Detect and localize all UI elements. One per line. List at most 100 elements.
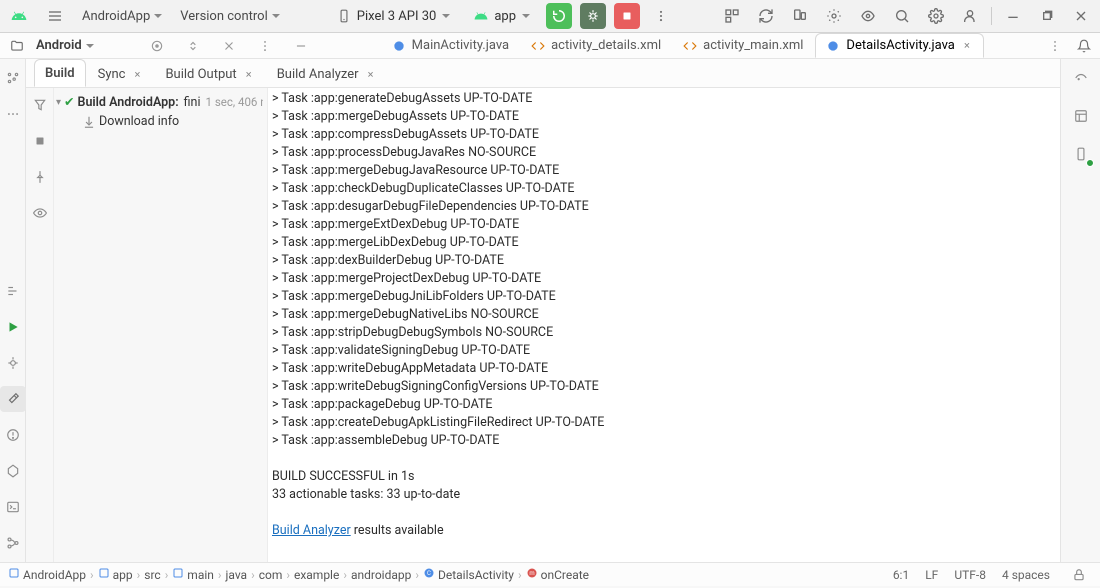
settings-icon[interactable] <box>923 3 949 29</box>
more-tool-icon[interactable] <box>0 101 26 127</box>
run-config-selector[interactable]: app <box>466 6 538 27</box>
filter-icon[interactable] <box>27 92 53 118</box>
restore-icon[interactable] <box>1034 3 1060 29</box>
project-dropdown[interactable]: AndroidApp <box>78 7 166 26</box>
device-file-explorer-icon[interactable] <box>1068 141 1094 167</box>
breadcrumb-segment[interactable]: monCreate <box>526 567 589 582</box>
breadcrumb-segment[interactable]: example <box>294 568 339 582</box>
debug-tool-icon[interactable] <box>0 350 26 376</box>
device-selector[interactable]: Pixel 3 API 30 <box>329 6 459 27</box>
tab-overflow-icon[interactable] <box>1042 33 1068 59</box>
success-check-icon: ✔ <box>64 94 74 110</box>
project-view-label: Android <box>36 38 82 53</box>
device-manager-icon[interactable] <box>787 3 813 29</box>
file-encoding[interactable]: UTF-8 <box>954 568 986 582</box>
output-line: > Task :app:validateSigningDebug UP-TO-D… <box>272 342 1060 360</box>
breadcrumb-segment[interactable]: main <box>172 567 214 582</box>
close-tab-icon[interactable]: × <box>243 69 255 81</box>
tab-activity-details-xml[interactable]: activity_details.xml <box>521 34 671 57</box>
output-line: > Task :app:mergeDebugAssets UP-TO-DATE <box>272 108 1060 126</box>
chevron-down-icon <box>522 14 530 18</box>
close-tab-icon[interactable]: × <box>131 69 143 81</box>
breadcrumb-segment[interactable]: com <box>259 568 283 582</box>
stop-build-icon[interactable] <box>27 128 53 154</box>
chevron-down-icon <box>442 14 450 18</box>
android-logo-icon[interactable] <box>6 3 32 29</box>
account-icon[interactable] <box>957 3 983 29</box>
build-tab-analyzer[interactable]: Build Analyzer× <box>267 61 387 87</box>
show-icon[interactable] <box>27 200 53 226</box>
structure-tool-icon[interactable] <box>0 65 26 91</box>
close-tool-icon[interactable] <box>216 33 242 59</box>
svg-text:C: C <box>427 570 431 577</box>
breadcrumb-segment[interactable]: src <box>144 568 160 582</box>
select-opened-file-icon[interactable] <box>144 33 170 59</box>
breadcrumb-segment[interactable]: app <box>98 567 133 582</box>
run-rerun-button[interactable] <box>546 3 572 29</box>
breadcrumb-label: app <box>113 568 133 582</box>
profiler-icon[interactable] <box>821 3 847 29</box>
more-actions-icon[interactable] <box>648 3 674 29</box>
tab-mainactivity[interactable]: MainActivity.java <box>382 34 519 57</box>
output-line <box>272 450 1060 468</box>
folder-icon <box>8 567 20 582</box>
sync-gradle-icon[interactable] <box>753 3 779 29</box>
expand-collapse-icon[interactable] <box>180 33 206 59</box>
folder-icon <box>172 567 184 582</box>
project-tool-button[interactable] <box>0 39 34 53</box>
line-separator[interactable]: LF <box>925 568 938 582</box>
build-tree-root[interactable]: ▾ ✔ Build AndroidApp: fini 1 sec, 406 ms <box>54 92 263 112</box>
stop-button[interactable] <box>614 3 640 29</box>
menubar: AndroidApp Version control Pixel 3 API 3… <box>0 0 1100 33</box>
app-inspection-icon[interactable] <box>0 458 26 484</box>
indent-label[interactable]: 4 spaces <box>1002 568 1050 582</box>
debug-button[interactable] <box>580 3 606 29</box>
tab-label: activity_main.xml <box>703 38 803 53</box>
output-line: > Task :app:packageDebug UP-TO-DATE <box>272 396 1060 414</box>
build-analyzer-link[interactable]: Build Analyzer <box>272 523 351 538</box>
caret-position[interactable]: 6:1 <box>893 568 909 582</box>
build-hammer-icon[interactable] <box>0 386 26 412</box>
output-line <box>272 504 1060 522</box>
vcs-tool-icon[interactable] <box>0 530 26 556</box>
left-tool-rail <box>0 59 26 562</box>
readonly-lock-icon[interactable] <box>1066 562 1092 588</box>
more-tool-icon[interactable] <box>252 33 278 59</box>
problems-tool-icon[interactable] <box>0 422 26 448</box>
build-tab-build[interactable]: Build <box>34 59 86 87</box>
method-icon: m <box>526 567 538 582</box>
editor-tabs: MainActivity.java activity_details.xml a… <box>382 33 1068 59</box>
build-output-console[interactable]: > Task :app:generateDebugAssets UP-TO-DA… <box>268 88 1060 562</box>
close-tab-icon[interactable]: × <box>961 40 973 52</box>
hide-tool-icon[interactable] <box>288 33 314 59</box>
gradle-tool-icon[interactable] <box>1068 65 1094 91</box>
tab-activity-main-xml[interactable]: activity_main.xml <box>673 34 813 57</box>
build-tab-output[interactable]: Build Output× <box>155 61 264 87</box>
close-tab-icon[interactable]: × <box>365 69 377 81</box>
vcs-dropdown[interactable]: Version control <box>176 7 284 26</box>
search-icon[interactable] <box>889 3 915 29</box>
code-with-me-icon[interactable] <box>719 3 745 29</box>
build-tab-sync[interactable]: Sync× <box>88 61 154 87</box>
output-line: Build Analyzer results available <box>272 522 1060 540</box>
close-window-icon[interactable] <box>1068 3 1094 29</box>
notifications-icon[interactable] <box>1071 33 1097 59</box>
folder-icon <box>98 567 110 582</box>
main-menu-icon[interactable] <box>42 3 68 29</box>
layout-validation-icon[interactable] <box>1068 103 1094 129</box>
output-line: > Task :app:mergeExtDexDebug UP-TO-DATE <box>272 216 1060 234</box>
pin-icon[interactable] <box>27 164 53 190</box>
run-tool-icon[interactable] <box>0 314 26 340</box>
project-view-selector[interactable]: Android <box>34 38 104 53</box>
breadcrumb-label: androidapp <box>351 568 411 582</box>
minimize-icon[interactable] <box>1000 3 1026 29</box>
breadcrumb-segment[interactable]: AndroidApp <box>8 567 86 582</box>
build-tree-child[interactable]: Download info <box>54 112 263 131</box>
build-text-tool-icon[interactable] <box>0 278 26 304</box>
app-quality-icon[interactable] <box>855 3 881 29</box>
breadcrumb-segment[interactable]: CDetailsActivity <box>423 567 514 582</box>
breadcrumb-segment[interactable]: java <box>226 568 248 582</box>
tab-detailsactivity[interactable]: DetailsActivity.java × <box>815 33 983 58</box>
terminal-tool-icon[interactable] <box>0 494 26 520</box>
breadcrumb-segment[interactable]: androidapp <box>351 568 411 582</box>
